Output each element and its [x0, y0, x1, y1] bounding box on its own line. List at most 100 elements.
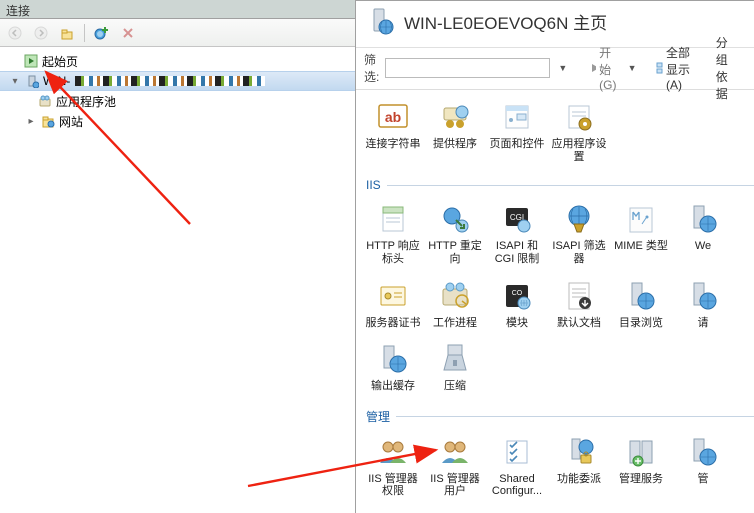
feature-item[interactable]: IIS 管理器用户: [424, 427, 486, 503]
feature-item[interactable]: Shared Configur...: [486, 427, 548, 503]
feature-item[interactable]: CO模块: [486, 271, 548, 335]
feature-icon: [561, 99, 597, 135]
feature-icon: [561, 278, 597, 314]
feature-icon: [561, 201, 597, 237]
feature-label: ISAPI 筛选器: [550, 240, 608, 265]
go-button[interactable]: 开始(G) ▼: [581, 57, 643, 79]
features-pane: WIN-LE0EOEVOQ6N 主页 筛选: ▼ 开始(G) ▼ 全部显示(A)…: [356, 0, 754, 513]
chevron-down-icon: ▼: [628, 63, 637, 73]
server-icon: [24, 73, 40, 89]
feature-label: 模块: [506, 317, 528, 330]
group-by-button[interactable]: 分组依据: [709, 57, 746, 79]
feature-label: 管理服务: [619, 473, 663, 486]
connections-tree[interactable]: 起始页 ▾ WIN- 应用程序池 ▸: [0, 47, 355, 513]
expand-icon[interactable]: ▸: [25, 115, 37, 127]
feature-icon: [623, 201, 659, 237]
feature-label: Shared Configur...: [488, 473, 546, 498]
feature-item[interactable]: 目录浏览: [610, 271, 672, 335]
feature-item[interactable]: 请: [672, 271, 734, 335]
server-big-icon: [366, 7, 394, 35]
feature-label: 请: [698, 317, 709, 330]
feature-item[interactable]: 默认文档: [548, 271, 610, 335]
feature-label: HTTP 重定向: [426, 240, 484, 265]
feature-icon: [375, 278, 411, 314]
connections-pane: 连接 起始页: [0, 0, 356, 513]
feature-icon: [685, 201, 721, 237]
feature-item[interactable]: ab 连接字符串: [362, 92, 424, 168]
feature-label: We: [695, 240, 711, 253]
features-header: WIN-LE0EOEVOQ6N 主页: [356, 1, 754, 48]
feature-item[interactable]: We: [672, 194, 734, 270]
remove-connection-button: [117, 22, 139, 44]
add-connection-button[interactable]: [91, 22, 113, 44]
feature-item[interactable]: 压缩: [424, 334, 486, 398]
feature-item[interactable]: HTTP 响应标头: [362, 194, 424, 270]
show-all-label: 全部显示(A): [666, 44, 696, 92]
feature-item[interactable]: 管理服务: [610, 427, 672, 503]
feature-label: IIS 管理器用户: [426, 473, 484, 498]
filter-label: 筛选:: [364, 51, 379, 85]
feature-icon: [437, 99, 473, 135]
group-management: 管理: [362, 398, 754, 427]
feature-label: 功能委派: [557, 473, 601, 486]
feature-label: 工作进程: [433, 317, 477, 330]
forward-button: [30, 22, 52, 44]
feature-label: 连接字符串: [366, 138, 421, 151]
svg-text:ab: ab: [385, 109, 401, 125]
tree-app-pools[interactable]: 应用程序池: [0, 91, 355, 111]
tree-label: 应用程序池: [56, 93, 116, 110]
feature-label: 应用程序设置: [550, 138, 608, 163]
feature-item[interactable]: 工作进程: [424, 271, 486, 335]
feature-item[interactable]: 管: [672, 427, 734, 503]
tree-label: WIN-: [43, 74, 70, 88]
toolbar-separator: [84, 24, 85, 42]
obscured-text: [75, 76, 265, 86]
app-pools-icon: [37, 93, 53, 109]
tree-server-node[interactable]: ▾ WIN-: [0, 71, 355, 91]
feature-item[interactable]: 提供程序: [424, 92, 486, 168]
feature-icon: CGI: [499, 201, 535, 237]
back-button: [4, 22, 26, 44]
feature-icon: [375, 434, 411, 470]
connections-header: 连接: [0, 0, 355, 19]
feature-label: HTTP 响应标头: [364, 240, 422, 265]
feature-item[interactable]: 功能委派: [548, 427, 610, 503]
feature-icon: [375, 341, 411, 377]
feature-icon: [437, 434, 473, 470]
feature-label: MIME 类型: [614, 240, 668, 253]
feature-item[interactable]: 输出缓存: [362, 334, 424, 398]
feature-item[interactable]: 服务器证书: [362, 271, 424, 335]
feature-label: 提供程序: [433, 138, 477, 151]
feature-item[interactable]: 页面和控件: [486, 92, 548, 168]
filter-bar: 筛选: ▼ 开始(G) ▼ 全部显示(A) 分组依据: [356, 48, 754, 90]
collapse-icon[interactable]: ▾: [9, 75, 21, 87]
feature-item[interactable]: CGI ISAPI 和 CGI 限制: [486, 194, 548, 270]
feature-label: 目录浏览: [619, 317, 663, 330]
feature-item[interactable]: 应用程序设置: [548, 92, 610, 168]
feature-label: 页面和控件: [490, 138, 545, 151]
feature-item[interactable]: HTTP 重定向: [424, 194, 486, 270]
feature-icon: [623, 278, 659, 314]
feature-item[interactable]: ISAPI 筛选器: [548, 194, 610, 270]
tree-start-page[interactable]: 起始页: [0, 51, 355, 71]
up-button[interactable]: [56, 22, 78, 44]
start-page-icon: [23, 53, 39, 69]
feature-icon: [499, 434, 535, 470]
tree-sites[interactable]: ▸ 网站: [0, 111, 355, 131]
tree-label: 起始页: [42, 53, 78, 70]
chevron-down-icon[interactable]: ▼: [558, 63, 567, 73]
feature-label: ISAPI 和 CGI 限制: [488, 240, 546, 265]
feature-label: 默认文档: [557, 317, 601, 330]
feature-item[interactable]: MIME 类型: [610, 194, 672, 270]
page-title: WIN-LE0EOEVOQ6N 主页: [404, 9, 607, 34]
feature-label: 管: [698, 473, 709, 486]
feature-label: IIS 管理器权限: [364, 473, 422, 498]
features-content: ab连接字符串提供程序页面和控件应用程序设置 IIS HTTP 响应标头HTTP…: [356, 90, 754, 513]
filter-input[interactable]: [385, 58, 550, 78]
feature-item[interactable]: IIS 管理器权限: [362, 427, 424, 503]
feature-icon: [375, 201, 411, 237]
show-all-button[interactable]: 全部显示(A): [649, 57, 702, 79]
go-label: 开始(G): [599, 44, 622, 92]
feature-icon: [499, 99, 535, 135]
feature-icon: [623, 434, 659, 470]
